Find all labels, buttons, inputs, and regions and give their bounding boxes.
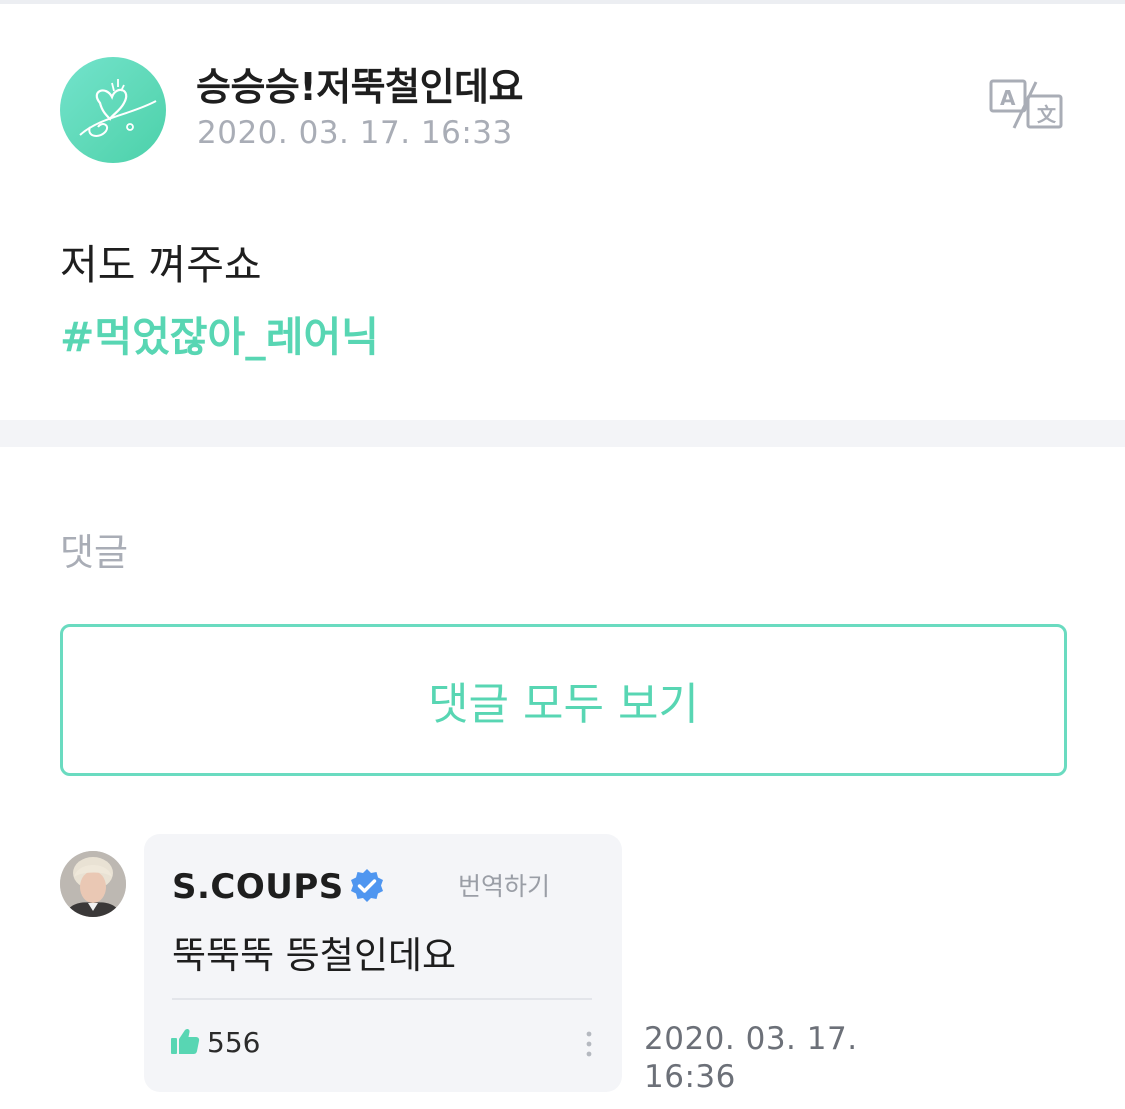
comment-bubble: S.COUPS 번역하기 뚝뚝뚝 뜽철인데요 556: [144, 834, 622, 1092]
author-avatar[interactable]: [60, 57, 166, 163]
verified-badge-icon: [348, 867, 386, 905]
like-count: 556: [207, 1026, 261, 1059]
comment-body-text: 뚝뚝뚝 뜽철인데요: [172, 934, 457, 977]
comment-divider: [172, 998, 592, 1000]
top-border: [0, 0, 1125, 4]
comment-author-name[interactable]: S.COUPS: [172, 867, 344, 907]
more-vertical-icon[interactable]: [584, 1030, 594, 1064]
translate-icon[interactable]: A 文: [988, 78, 1064, 132]
section-divider: [0, 420, 1125, 447]
comment-translate-link[interactable]: 번역하기: [458, 867, 550, 903]
commenter-avatar[interactable]: [60, 851, 126, 917]
comment-date: 2020. 03. 17. 16:36: [644, 1021, 858, 1095]
post-author-name[interactable]: 승승승!저뚝철인데요: [196, 56, 523, 111]
svg-text:A: A: [1000, 86, 1016, 110]
post-date: 2020. 03. 17. 16:33: [197, 115, 513, 151]
comments-section-label: 댓글: [60, 531, 129, 574]
view-all-comments-button[interactable]: 댓글 모두 보기: [60, 624, 1067, 776]
heart-doodle-icon: [79, 79, 157, 137]
post-hashtag-link[interactable]: #먹었잖아_레어닉: [60, 303, 379, 363]
svg-text:文: 文: [1037, 103, 1057, 126]
post-body-text: 저도 껴주쇼: [60, 241, 262, 289]
thumbs-up-icon[interactable]: [170, 1026, 200, 1056]
